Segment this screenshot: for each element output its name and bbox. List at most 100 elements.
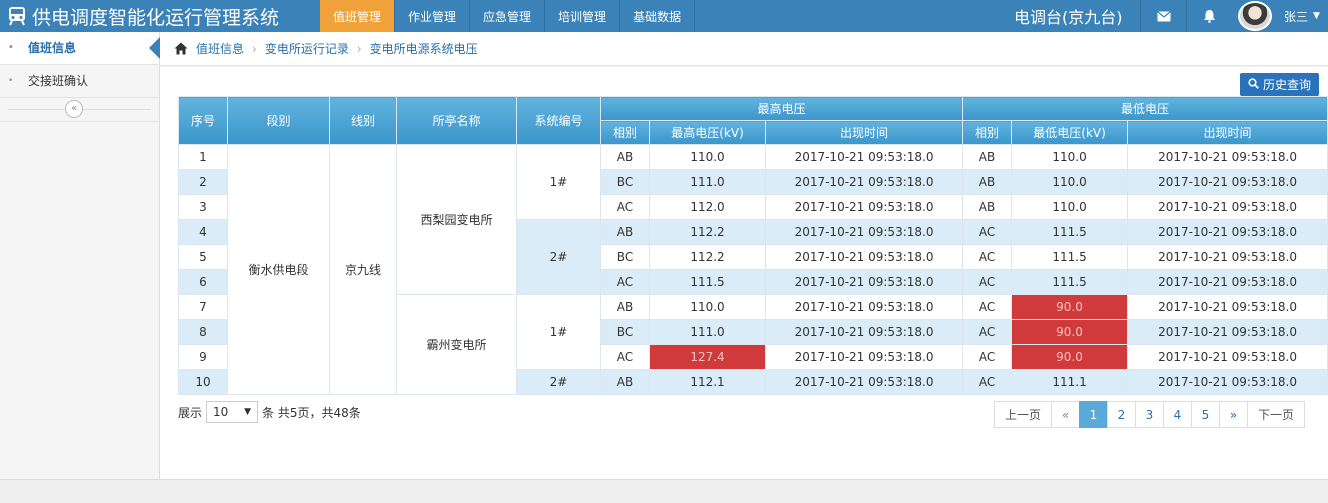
cell-max-voltage: 111.0 (649, 169, 766, 195)
main-nav: 值班管理 作业管理 应急管理 培训管理 基础数据 (320, 0, 696, 32)
cell-phase-max: BC (600, 169, 650, 195)
cell-seq: 6 (178, 269, 228, 295)
header-min-time: 出现时间 (1127, 120, 1328, 145)
notification-button[interactable] (1186, 0, 1232, 32)
breadcrumb-power-voltage[interactable]: 变电所电源系统电压 (370, 40, 478, 57)
collapse-sidebar-button[interactable]: « (65, 100, 83, 118)
cell-max-time: 2017-10-21 09:53:18.0 (764, 269, 964, 295)
header-max-time: 出现时间 (764, 120, 964, 145)
breadcrumb-duty-info[interactable]: 值班信息 (196, 40, 244, 57)
cell-phase-min: AC (962, 369, 1013, 395)
chevron-right-icon: › (356, 41, 362, 56)
cell-system: 2# (516, 369, 601, 395)
cell-min-voltage: 110.0 (1011, 169, 1129, 195)
chevron-right-icon: › (252, 41, 257, 56)
mail-button[interactable] (1140, 0, 1186, 32)
cell-min-time: 2017-10-21 09:53:18.0 (1127, 244, 1328, 270)
cell-seq: 1 (178, 144, 228, 170)
nav-emergency-management[interactable]: 应急管理 (470, 0, 546, 32)
user-name: 张三 (1284, 9, 1309, 24)
sidebar-item-duty-info[interactable]: • 值班信息 (0, 32, 160, 65)
page-summary: 条 共5页，共48条 (262, 405, 361, 420)
cell-phase-max: BC (600, 244, 650, 270)
cell-phase-min: AB (962, 144, 1013, 170)
cell-seq: 10 (178, 369, 228, 395)
cell-system: 2# (516, 219, 601, 295)
cell-system: 1# (516, 294, 601, 370)
page-4-button[interactable]: 4 (1163, 401, 1192, 428)
search-icon (1248, 77, 1259, 92)
sidebar-item-label: 交接班确认 (28, 74, 89, 88)
cell-system: 1# (516, 144, 601, 220)
cell-phase-min: AC (962, 219, 1013, 245)
cell-phase-max: AC (600, 269, 650, 295)
header-phase-min: 相别 (962, 120, 1013, 145)
page-1-button[interactable]: 1 (1079, 401, 1108, 428)
cell-max-time: 2017-10-21 09:53:18.0 (764, 144, 964, 170)
table-body: 1 衡水供电段 京九线 西梨园变电所 1# AB 110.0 2017-10-21 09:53… (178, 144, 1328, 395)
cell-min-time: 2017-10-21 09:53:18.0 (1127, 169, 1328, 195)
cell-min-time: 2017-10-21 09:53:18.0 (1127, 144, 1328, 170)
cell-max-voltage: 112.2 (649, 244, 766, 270)
nav-duty-management[interactable]: 值班管理 (320, 0, 396, 32)
cell-phase-min: AC (962, 344, 1013, 370)
cell-station: 西梨园变电所 (396, 144, 517, 295)
table-header-row: 序号 段别 线别 所亭名称 系统编号 最高电压 最低电压 (178, 96, 1328, 145)
cell-max-time: 2017-10-21 09:53:18.0 (764, 344, 964, 370)
breadcrumb: 值班信息 › 变电所运行记录 › 变电所电源系统电压 (160, 32, 1328, 66)
cell-max-voltage: 127.4 (649, 344, 766, 370)
top-bar: 供电调度智能化运行管理系统 值班管理 作业管理 应急管理 培训管理 基础数据 电… (0, 0, 1328, 32)
page-2-button[interactable]: 2 (1107, 401, 1136, 428)
cell-max-voltage: 112.1 (649, 369, 766, 395)
cell-max-time: 2017-10-21 09:53:18.0 (764, 219, 964, 245)
train-icon (9, 7, 25, 26)
cell-section: 衡水供电段 (227, 144, 330, 395)
page-size-select[interactable]: 10 ▼ (206, 401, 259, 423)
page-3-button[interactable]: 3 (1135, 401, 1164, 428)
cell-line: 京九线 (329, 144, 397, 395)
user-menu[interactable]: 张三 ▼ (1284, 0, 1320, 32)
page-size-value: 10 (213, 405, 229, 419)
cell-max-time: 2017-10-21 09:53:18.0 (764, 169, 964, 195)
nav-base-data[interactable]: 基础数据 (620, 0, 696, 32)
last-page-button[interactable]: » (1219, 401, 1248, 428)
cell-seq: 8 (178, 319, 228, 345)
nav-work-management[interactable]: 作业管理 (395, 0, 471, 32)
page-size-control: 展示 10 ▼ 条 共5页，共48条 (178, 401, 361, 423)
prev-page-button[interactable]: 上一页 (994, 401, 1052, 428)
footer-bar (0, 479, 1328, 503)
cell-min-time: 2017-10-21 09:53:18.0 (1127, 194, 1328, 220)
caret-down-icon: ▼ (244, 407, 252, 417)
cell-min-voltage: 110.0 (1011, 144, 1129, 170)
cell-phase-max: AB (600, 219, 650, 245)
page-5-button[interactable]: 5 (1191, 401, 1220, 428)
bullet-icon: • (8, 43, 14, 53)
header-min-voltage-group: 最低电压 (962, 96, 1328, 121)
nav-training-management[interactable]: 培训管理 (545, 0, 621, 32)
breadcrumb-substation-records[interactable]: 变电所运行记录 (265, 40, 349, 57)
cell-max-time: 2017-10-21 09:53:18.0 (764, 369, 964, 395)
cell-max-time: 2017-10-21 09:53:18.0 (764, 194, 964, 220)
page-size-label: 展示 (178, 405, 203, 420)
cell-max-time: 2017-10-21 09:53:18.0 (764, 244, 964, 270)
cell-phase-min: AB (962, 194, 1013, 220)
next-page-button[interactable]: 下一页 (1247, 401, 1305, 428)
header-line: 线别 (329, 96, 397, 145)
cell-phase-max: BC (600, 319, 650, 345)
cell-min-time: 2017-10-21 09:53:18.0 (1127, 369, 1328, 395)
history-query-label: 历史查询 (1263, 78, 1312, 92)
voltage-table: 序号 段别 线别 所亭名称 系统编号 最高电压 最低电压 相别 最高电压(kV)… (178, 96, 1328, 395)
cell-min-time: 2017-10-21 09:53:18.0 (1127, 294, 1328, 320)
history-query-button[interactable]: 历史查询 (1240, 73, 1320, 96)
cell-min-voltage: 111.5 (1011, 219, 1129, 245)
sidebar-item-shift-handover[interactable]: • 交接班确认 (0, 65, 159, 98)
cell-min-time: 2017-10-21 09:53:18.0 (1127, 319, 1328, 345)
bullet-icon: • (8, 76, 14, 86)
cell-phase-max: AB (600, 144, 650, 170)
cell-seq: 4 (178, 219, 228, 245)
user-avatar[interactable] (1238, 1, 1272, 31)
table-row: 1 衡水供电段 京九线 西梨园变电所 1# AB 110.0 2017-10-21 09:53… (178, 144, 1328, 395)
header-section: 段别 (227, 96, 330, 145)
cell-min-time: 2017-10-21 09:53:18.0 (1127, 344, 1328, 370)
first-page-button[interactable]: « (1051, 401, 1080, 428)
